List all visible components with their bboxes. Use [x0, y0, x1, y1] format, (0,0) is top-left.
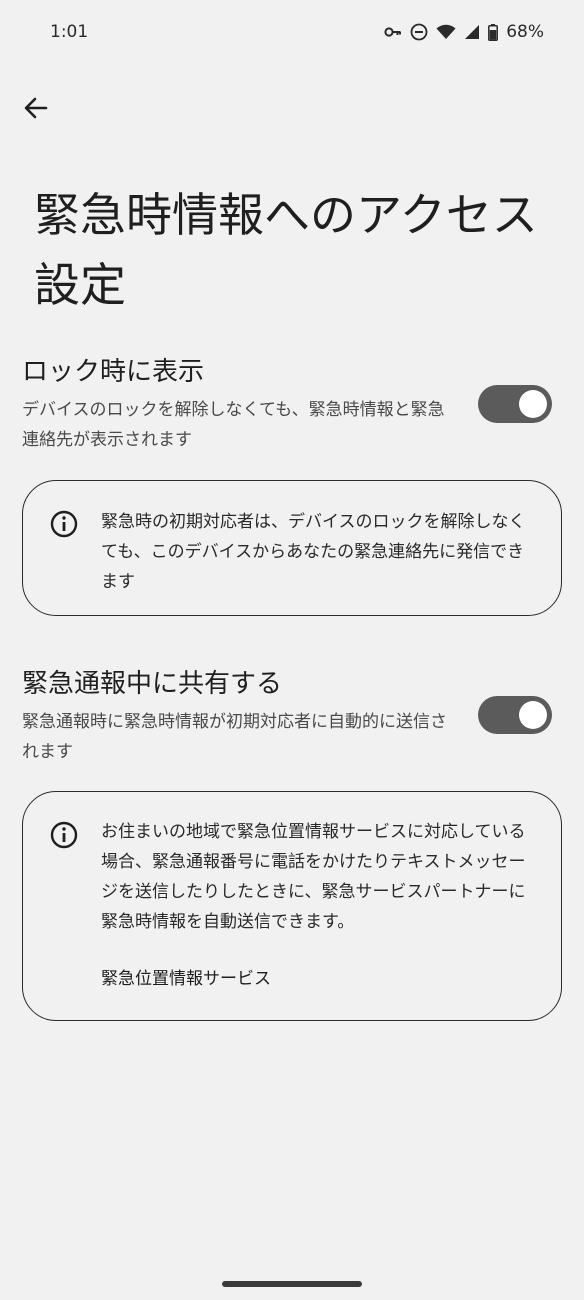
battery-percentage: 68% [506, 22, 544, 42]
setting-description: 緊急通報時に緊急時情報が初期対応者に自動的に送信されます [22, 712, 447, 762]
info-card-emergency-location: お住まいの地域で緊急位置情報サービスに対応している場合、緊急通報番号に電話をかけ… [22, 791, 562, 1021]
info-text: 緊急時の初期対応者は、デバイスのロックを解除しなくても、このデバイスからあなたの… [101, 512, 526, 592]
battery-icon [488, 23, 499, 41]
show-when-locked-toggle[interactable] [478, 385, 552, 423]
arrow-left-icon [24, 97, 48, 119]
signal-icon [464, 24, 480, 40]
do-not-disturb-icon [410, 23, 428, 41]
status-bar: 1:01 68% [0, 0, 584, 66]
share-during-emergency-call-toggle[interactable] [478, 696, 552, 734]
back-button[interactable] [14, 86, 58, 130]
emergency-info-access-settings-screen: 1:01 68% 緊急時情報へのアクセス設定 ロック時に表示 デバイスのロックを… [0, 0, 584, 1300]
info-text: お住まいの地域で緊急位置情報サービスに対応している場合、緊急通報番号に電話をかけ… [101, 822, 526, 932]
status-time: 1:01 [50, 22, 89, 42]
setting-description: デバイスのロックを解除しなくても、緊急時情報と緊急連絡先が表示されます [22, 400, 445, 450]
info-icon [50, 821, 78, 849]
setting-share-during-emergency-call[interactable]: 緊急通報中に共有する 緊急通報時に緊急時情報が初期対応者に自動的に送信されます [22, 667, 562, 767]
setting-title: ロック時に表示 [22, 357, 205, 387]
wifi-icon [436, 24, 456, 40]
status-icons: 68% [384, 22, 544, 42]
info-icon [50, 510, 78, 538]
vpn-key-icon [384, 26, 402, 38]
page-title: 緊急時情報へのアクセス設定 [34, 188, 538, 312]
emergency-location-service-link[interactable]: 緊急位置情報サービス [101, 964, 271, 994]
toggle-knob [519, 701, 547, 729]
gesture-navigation-handle[interactable] [222, 1281, 362, 1287]
setting-title: 緊急通報中に共有する [22, 669, 283, 699]
toggle-knob [519, 390, 547, 418]
setting-show-when-locked[interactable]: ロック時に表示 デバイスのロックを解除しなくても、緊急時情報と緊急連絡先が表示さ… [22, 355, 562, 455]
info-card-lock-screen: 緊急時の初期対応者は、デバイスのロックを解除しなくても、このデバイスからあなたの… [22, 480, 562, 616]
